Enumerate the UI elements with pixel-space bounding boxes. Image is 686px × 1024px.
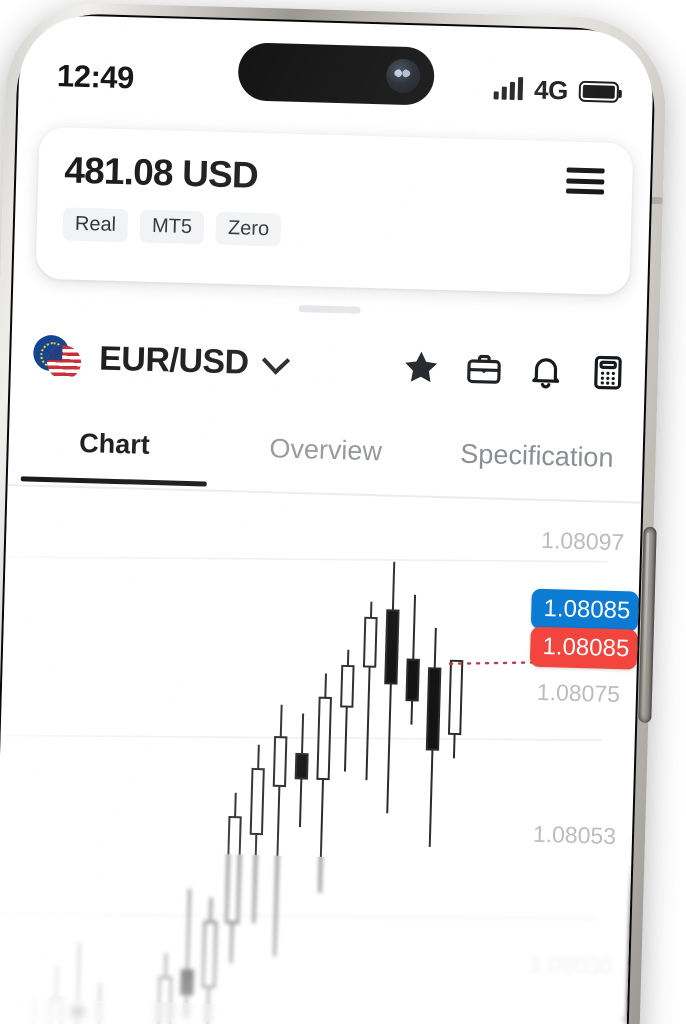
bid-price-badge[interactable]: 1.08085: [531, 588, 639, 632]
account-tag-platform: MT5: [139, 209, 205, 245]
signal-bars-icon: [493, 77, 524, 101]
tab-chart[interactable]: Chart: [8, 425, 221, 476]
candlestick: [180, 888, 195, 1019]
symbol-action-icons: [401, 347, 628, 393]
candlestick: [340, 649, 355, 772]
candlestick: [384, 561, 400, 814]
sheet-drag-handle[interactable]: [298, 305, 361, 314]
screenshot-stage: 12:49 4G 481.08 USD Real MT5 Zero EUR/US…: [0, 0, 686, 1024]
currency-pair-flags: [32, 333, 86, 382]
candlestick: [156, 953, 173, 1024]
symbol-name[interactable]: EUR/USD: [99, 339, 250, 382]
price-axis: 1.08097 1.08075 1.08053 1.08030: [490, 500, 633, 1024]
us-flag-icon: [46, 345, 82, 380]
battery-full-icon: [578, 80, 620, 103]
symbol-header: EUR/USD: [10, 316, 646, 414]
axis-label-4: 1.08030: [528, 950, 613, 980]
candlestick: [362, 601, 378, 781]
price-chart[interactable]: 1.08097 1.08075 1.08053 1.08030 1.08085 …: [0, 485, 641, 1024]
status-time: 12:49: [56, 58, 135, 96]
candlestick: [447, 659, 464, 759]
candlestick: [405, 594, 420, 725]
candlestick: [425, 627, 442, 847]
tab-overview[interactable]: Overview: [219, 431, 432, 482]
portfolio-briefcase-icon[interactable]: [465, 350, 504, 389]
calculator-icon[interactable]: [588, 353, 627, 392]
candlestick: [272, 704, 288, 957]
candlestick: [225, 792, 242, 964]
network-type-label: 4G: [533, 74, 569, 105]
hamburger-menu-icon[interactable]: [565, 167, 605, 195]
account-tag-real: Real: [62, 207, 129, 243]
candlestick: [294, 713, 309, 828]
candlestick: [201, 897, 218, 1024]
candlestick: [93, 983, 102, 1024]
dynamic-island: [237, 42, 435, 106]
front-camera-icon: [385, 58, 421, 94]
chevron-down-icon[interactable]: [261, 346, 290, 375]
account-tag-type: Zero: [215, 211, 282, 247]
axis-label-2: 1.08075: [536, 678, 621, 708]
phone-screen: 12:49 4G 481.08 USD Real MT5 Zero EUR/US…: [0, 14, 655, 1024]
tab-specification[interactable]: Specification: [431, 437, 644, 488]
alerts-bell-icon[interactable]: [526, 351, 565, 390]
axis-label-1: 1.08097: [540, 526, 625, 556]
account-balance-card[interactable]: 481.08 USD Real MT5 Zero: [35, 126, 634, 296]
candlestick: [316, 673, 332, 893]
candlestick: [70, 942, 85, 1024]
candlestick: [28, 998, 36, 1024]
account-tag-row: Real MT5 Zero: [62, 207, 605, 255]
favorite-star-icon[interactable]: [401, 347, 442, 388]
status-bar-right: 4G: [493, 73, 620, 107]
phone-device: 12:49 4G 481.08 USD Real MT5 Zero EUR/US…: [0, 0, 668, 1024]
candlestick: [249, 744, 265, 924]
axis-label-3: 1.08053: [532, 820, 617, 850]
ask-price-badge[interactable]: 1.08085: [529, 626, 638, 670]
candlestick: [47, 966, 63, 1024]
balance-amount: 481.08 USD: [63, 149, 259, 196]
